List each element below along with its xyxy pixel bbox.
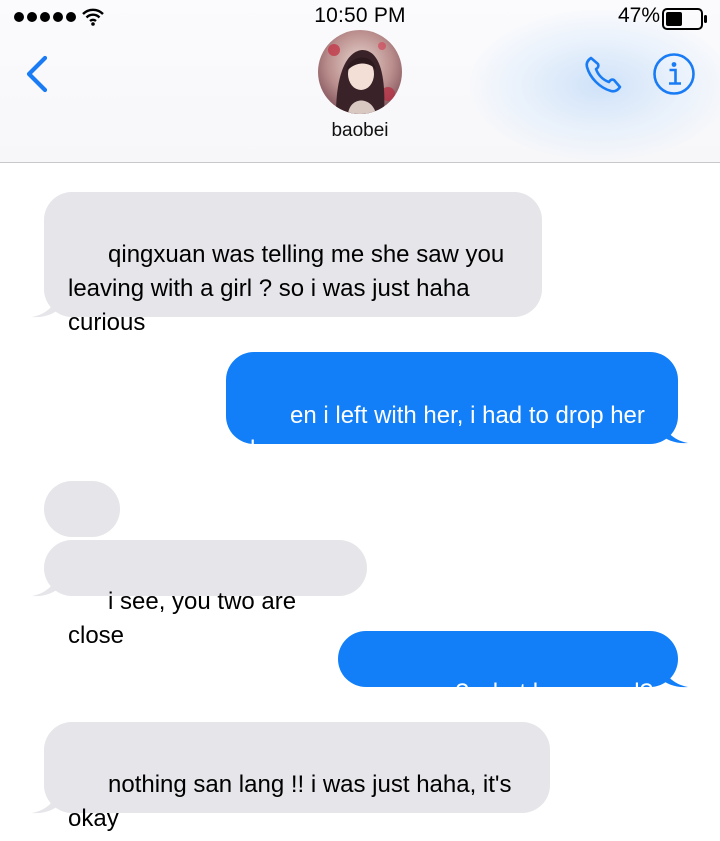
incoming-message-bubble[interactable]: qingxuan was telling me she saw you leav…	[44, 192, 542, 336]
message-text: i see, you two are close	[68, 588, 303, 649]
incoming-message-bubble[interactable]: nothing san lang !! i was just haha, it'…	[44, 722, 550, 832]
incoming-message-bubble[interactable]: i see, you two are close	[44, 540, 367, 649]
incoming-bubble-tail	[32, 788, 60, 814]
incoming-bubble-tail	[32, 571, 60, 597]
outgoing-bubble-tail	[660, 418, 688, 444]
back-chevron-icon[interactable]	[22, 55, 52, 93]
info-icon[interactable]	[652, 52, 696, 96]
message-text: en i left with her, i had to drop her ho…	[250, 402, 645, 463]
status-bar: 10:50 PM 47%	[0, 0, 720, 34]
battery-icon	[662, 8, 707, 30]
message-text: nothing san lang !! i was just haha, it'…	[68, 771, 512, 832]
outgoing-message-bubble[interactable]: gege? what happened?	[338, 631, 678, 706]
outgoing-bubble-tail	[660, 662, 688, 688]
messages-screen: 10:50 PM 47% baobei qingxuan was telling…	[0, 0, 720, 841]
incoming-bubble-tail	[32, 292, 60, 318]
message-text: gege? what happened?	[402, 679, 653, 706]
phone-call-icon[interactable]	[582, 54, 624, 96]
incoming-message-bubble[interactable]: oh	[44, 481, 120, 590]
contact-avatar[interactable]	[318, 30, 402, 114]
conversation-header: 10:50 PM 47% baobei	[0, 0, 720, 163]
message-text: qingxuan was telling me she saw you leav…	[68, 241, 505, 336]
contact-name[interactable]: baobei	[0, 120, 720, 142]
status-time: 10:50 PM	[314, 4, 406, 27]
avatar-illustration	[318, 30, 402, 114]
outgoing-message-bubble[interactable]: en i left with her, i had to drop her ho…	[226, 352, 678, 463]
battery-percentage: 47%	[617, 4, 660, 27]
